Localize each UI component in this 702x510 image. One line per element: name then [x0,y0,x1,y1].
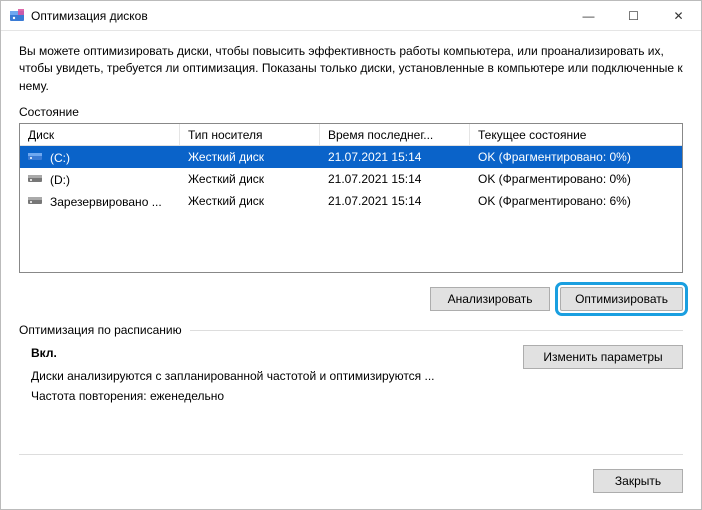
change-settings-button[interactable]: Изменить параметры [523,345,683,369]
schedule-heading: Оптимизация по расписанию [19,323,182,337]
list-header: Диск Тип носителя Время последнег... Тек… [20,124,682,146]
col-header-time[interactable]: Время последнег... [320,124,470,145]
titlebar: Оптимизация дисков — ☐ ✕ [1,1,701,31]
minimize-icon: — [583,9,595,23]
col-header-media[interactable]: Тип носителя [180,124,320,145]
cell-media: Жесткий диск [180,172,320,186]
drive-icon [28,172,44,184]
window: Оптимизация дисков — ☐ ✕ Вы можете оптим… [0,0,702,510]
cell-disk: (D:) [50,173,70,187]
cell-time: 21.07.2021 15:14 [320,194,470,208]
table-row[interactable]: Зарезервировано ... Жесткий диск21.07.202… [20,190,682,212]
schedule-on-label: Вкл. [31,343,511,363]
close-window-button[interactable]: ✕ [656,1,701,30]
list-body: (C:)Жесткий диск21.07.2021 15:14OK (Фраг… [20,146,682,212]
cell-disk: Зарезервировано ... [50,195,162,209]
schedule-line-1: Диски анализируются с запланированной ча… [31,366,511,386]
cell-media: Жесткий диск [180,150,320,164]
cell-status: OK (Фрагментировано: 0%) [470,172,682,186]
close-icon: ✕ [673,9,683,23]
status-section-label: Состояние [19,105,683,119]
minimize-button[interactable]: — [566,1,611,30]
close-button[interactable]: Закрыть [593,469,683,493]
description-text: Вы можете оптимизировать диски, чтобы по… [19,43,683,95]
cell-time: 21.07.2021 15:14 [320,172,470,186]
app-icon [9,8,25,24]
list-actions: Анализировать Оптимизировать [19,287,683,311]
analyze-button[interactable]: Анализировать [430,287,550,311]
divider [190,330,683,331]
table-row[interactable]: (C:) Жесткий диск21.07.2021 15:14OK (Фраг… [20,146,682,168]
table-row[interactable]: (D:) Жесткий диск21.07.2021 15:14OK (Фраг… [20,168,682,190]
drive-icon [28,194,44,206]
cell-status: OK (Фрагментировано: 0%) [470,150,682,164]
col-header-disk[interactable]: Диск [20,124,180,145]
schedule-section: Оптимизация по расписанию Вкл. Диски ана… [19,315,683,406]
maximize-button[interactable]: ☐ [611,1,656,30]
cell-time: 21.07.2021 15:14 [320,150,470,164]
content-area: Вы можете оптимизировать диски, чтобы по… [1,31,701,455]
drive-icon [28,150,44,162]
drive-list[interactable]: Диск Тип носителя Время последнег... Тек… [19,123,683,273]
col-header-status[interactable]: Текущее состояние [470,124,682,145]
window-title: Оптимизация дисков [31,9,566,23]
footer: Закрыть [1,455,701,509]
cell-disk: (C:) [50,151,70,165]
optimize-button[interactable]: Оптимизировать [560,287,683,311]
maximize-icon: ☐ [628,9,639,23]
schedule-line-2: Частота повторения: еженедельно [31,386,511,406]
cell-status: OK (Фрагментировано: 6%) [470,194,682,208]
cell-media: Жесткий диск [180,194,320,208]
